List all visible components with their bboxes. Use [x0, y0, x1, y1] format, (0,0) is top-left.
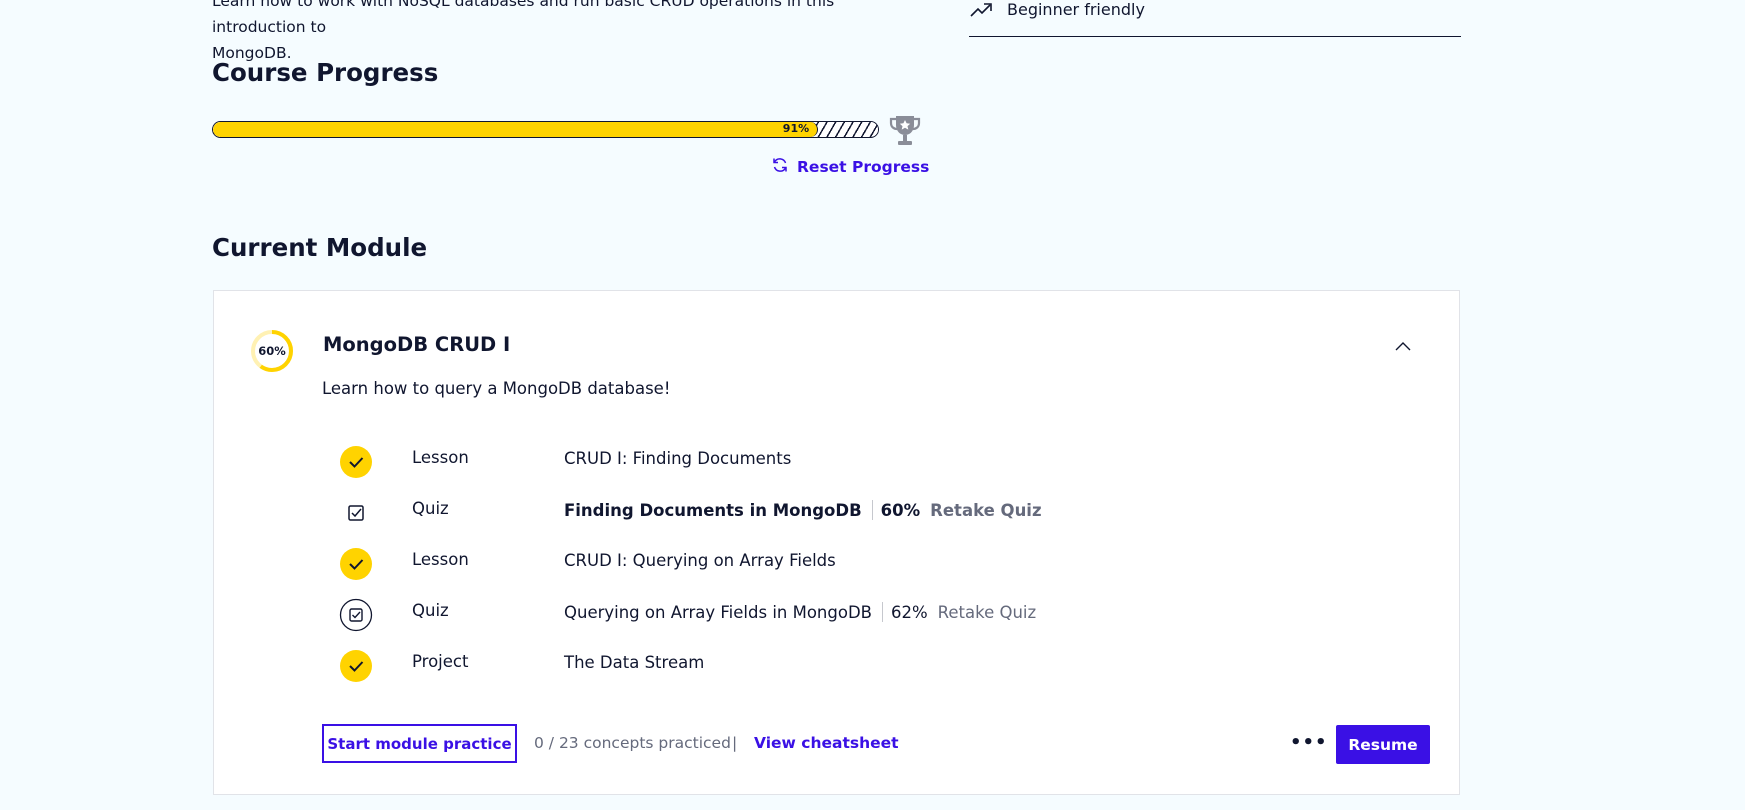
item-type: Quiz	[412, 601, 449, 620]
item-name: CRUD I: Querying on Array Fields	[564, 551, 836, 570]
chevron-up-icon[interactable]	[1394, 338, 1412, 357]
reset-progress-link[interactable]: Reset Progress	[771, 156, 929, 178]
divider	[871, 500, 873, 520]
progress-percent: 91%	[782, 122, 810, 135]
divider	[881, 602, 883, 622]
trophy-icon	[887, 113, 923, 153]
course-progress-bar: 91%	[212, 121, 879, 138]
item-name: Finding Documents in MongoDB 60% Retake …	[564, 500, 1042, 520]
difficulty-label: Beginner friendly	[1007, 0, 1145, 19]
check-complete-icon	[339, 445, 373, 479]
item-name: CRUD I: Finding Documents	[564, 449, 791, 468]
view-cheatsheet-link[interactable]: View cheatsheet	[754, 734, 899, 752]
module-title: MongoDB CRUD I	[323, 333, 511, 356]
progress-fill: 91%	[213, 122, 819, 137]
course-progress-heading: Course Progress	[212, 58, 439, 87]
retake-quiz-link[interactable]: Retake Quiz	[938, 603, 1037, 622]
item-name: Querying on Array Fields in MongoDB 62% …	[564, 602, 1036, 622]
difficulty-row: Beginner friendly	[969, 0, 1461, 37]
item-name: The Data Stream	[564, 653, 704, 672]
retake-quiz-link[interactable]: Retake Quiz	[930, 501, 1041, 520]
item-type: Project	[412, 652, 469, 671]
quiz-score: 60%	[880, 500, 921, 520]
current-module-heading: Current Module	[212, 233, 428, 262]
trending-up-icon	[969, 0, 993, 24]
module-item-row[interactable]: Lesson CRUD I: Finding Documents	[214, 441, 1461, 481]
concepts-practiced: 0 / 23 concepts practiced	[534, 734, 731, 752]
module-description: Learn how to query a MongoDB database!	[322, 379, 671, 398]
reset-progress-label: Reset Progress	[797, 158, 930, 176]
module-item-row[interactable]: Lesson CRUD I: Querying on Array Fields	[214, 543, 1461, 583]
check-complete-icon	[339, 649, 373, 683]
item-link[interactable]: The Data Stream	[564, 653, 704, 672]
item-link[interactable]: Querying on Array Fields in MongoDB	[564, 603, 872, 622]
start-module-practice-button[interactable]: Start module practice	[322, 724, 517, 763]
module-progress-percent: 60%	[258, 344, 286, 358]
quiz-circle-icon	[339, 598, 373, 632]
refresh-icon	[771, 156, 789, 178]
check-complete-icon	[339, 547, 373, 581]
more-options-icon[interactable]: •••	[1290, 732, 1328, 753]
item-type: Lesson	[412, 550, 469, 569]
course-description-line-1: Learn how to work with NoSQL databases a…	[212, 0, 835, 36]
module-card: 60% MongoDB CRUD I Learn how to query a …	[213, 290, 1460, 795]
item-type: Quiz	[412, 499, 449, 518]
module-item-row[interactable]: Quiz Querying on Array Fields in MongoDB…	[214, 594, 1461, 634]
resume-button[interactable]: Resume	[1336, 725, 1430, 764]
footer-divider: |	[732, 734, 738, 752]
item-link[interactable]: CRUD I: Finding Documents	[564, 449, 791, 468]
module-item-row[interactable]: Project The Data Stream	[214, 645, 1461, 685]
item-type: Lesson	[412, 448, 469, 467]
item-link[interactable]: Finding Documents in MongoDB	[564, 501, 862, 520]
quiz-icon	[339, 496, 373, 530]
module-item-row[interactable]: Quiz Finding Documents in MongoDB 60% Re…	[214, 492, 1461, 532]
quiz-score: 62%	[890, 602, 928, 622]
course-description: Learn how to work with NoSQL databases a…	[212, 0, 902, 66]
item-link[interactable]: CRUD I: Querying on Array Fields	[564, 551, 836, 570]
